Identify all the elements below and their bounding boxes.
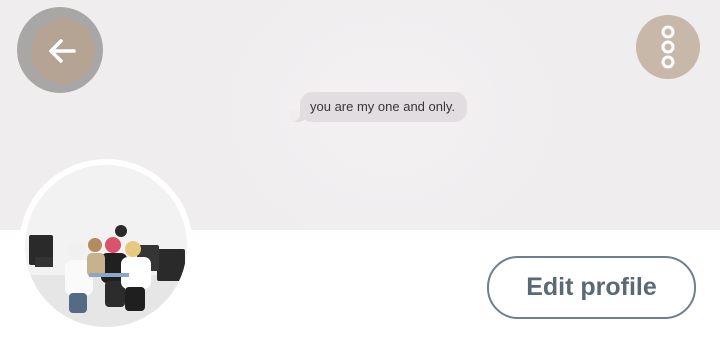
avatar[interactable]	[25, 165, 187, 327]
arrow-left-icon	[49, 39, 76, 63]
back-button[interactable]	[17, 7, 103, 93]
avatar-ring	[19, 159, 193, 333]
more-options-button[interactable]	[636, 15, 700, 79]
avatar-photo	[25, 165, 187, 327]
edit-profile-label: Edit profile	[526, 273, 657, 301]
edit-profile-button[interactable]: Edit profile	[487, 256, 696, 319]
banner-chat-bubble: you are my one and only.	[289, 92, 468, 122]
profile-screen: you are my one and only. Edit profile	[0, 0, 720, 338]
more-vertical-icon	[661, 25, 675, 69]
back-button-face	[31, 19, 95, 83]
banner-message: you are my one and only.	[310, 99, 456, 114]
